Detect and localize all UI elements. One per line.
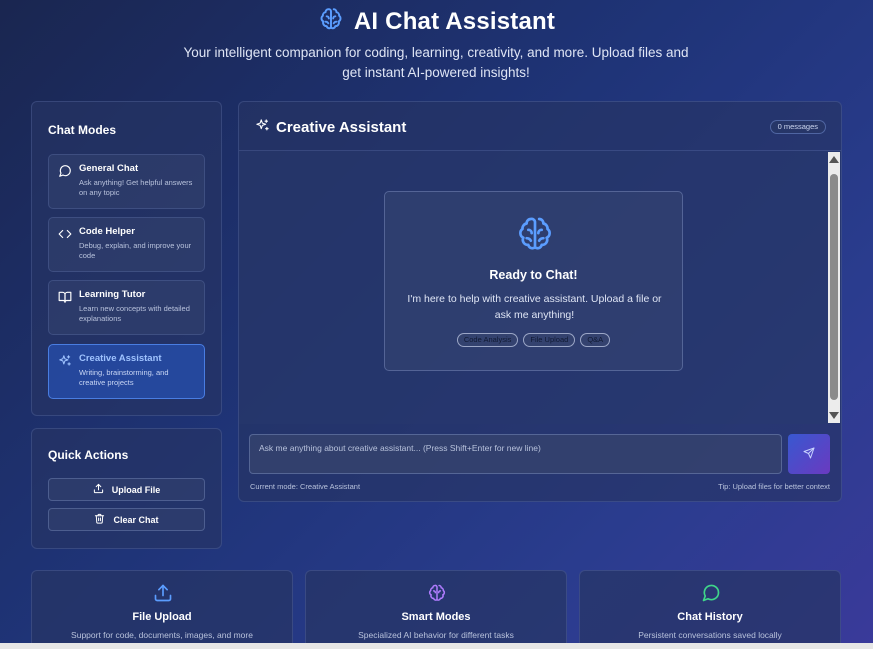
chat-modes-panel: Chat Modes General Chat Ask anything! Ge… (31, 101, 222, 416)
mode-desc: Ask anything! Get helpful answers on any… (79, 178, 193, 197)
quick-actions-title: Quick Actions (48, 448, 129, 462)
scroll-thumb[interactable] (830, 174, 838, 400)
feature-chat-history: Chat History Persistent conversations sa… (579, 570, 841, 649)
mode-desc: Debug, explain, and improve your code (79, 241, 192, 260)
upload-icon (153, 583, 173, 608)
send-button[interactable] (788, 434, 830, 474)
clear-chat-label: Clear Chat (113, 514, 159, 525)
sparkles-icon (255, 118, 270, 137)
chip-code-analysis: Code Analysis (456, 333, 519, 347)
chat-title-text: Creative Assistant (276, 119, 407, 136)
feature-title: Chat History (677, 611, 743, 623)
mode-name: General Chat (79, 163, 139, 174)
upload-file-label: Upload File (111, 484, 161, 495)
feature-desc: Persistent conversations saved locally (638, 630, 782, 640)
chip-qa: Q&A (580, 333, 611, 347)
tip-hint: Tip: Upload files for better context (718, 482, 830, 491)
mode-name: Learning Tutor (79, 289, 146, 300)
quick-actions-panel: Quick Actions Upload File Clear Chat (31, 428, 222, 549)
mode-code-helper[interactable]: Code Helper Debug, explain, and improve … (48, 217, 205, 272)
sparkles-icon (58, 354, 72, 368)
trash-icon (94, 513, 105, 526)
window-bottom-edge (0, 643, 873, 649)
code-icon (58, 227, 72, 241)
current-mode-hint: Current mode: Creative Assistant (250, 482, 361, 491)
chat-modes-title: Chat Modes (48, 123, 117, 137)
feature-title: Smart Modes (401, 611, 471, 623)
welcome-text: I'm here to help with creative assistant… (407, 293, 662, 321)
message-count-badge: 0 messages (769, 120, 826, 134)
mode-creative-assistant[interactable]: Creative Assistant Writing, brainstormin… (48, 344, 205, 399)
mode-desc: Learn new concepts with detailed explana… (79, 304, 190, 323)
upload-file-button[interactable]: Upload File (48, 478, 205, 501)
chat-header: Creative Assistant 0 messages (239, 102, 841, 151)
feature-desc: Specialized AI behavior for different ta… (358, 630, 514, 640)
chip-file-upload: File Upload (523, 333, 576, 347)
brain-icon (515, 214, 555, 259)
chat-bubble-icon (701, 583, 721, 608)
scroll-down-arrow[interactable] (829, 412, 839, 419)
send-icon (803, 447, 815, 462)
page-title: AI Chat Assistant (353, 7, 556, 35)
feature-smart-modes: Smart Modes Specialized AI behavior for … (305, 570, 567, 649)
book-icon (58, 290, 72, 304)
mode-name: Creative Assistant (79, 353, 162, 364)
mode-desc: Writing, brainstorming, and creative pro… (79, 368, 169, 387)
scroll-up-arrow[interactable] (829, 156, 839, 163)
chat-title: Creative Assistant (255, 118, 406, 137)
title-row: AI Chat Assistant (0, 6, 873, 37)
mode-learning-tutor[interactable]: Learning Tutor Learn new concepts with d… (48, 280, 205, 335)
mode-name: Code Helper (79, 226, 135, 237)
feature-desc: Support for code, documents, images, and… (71, 630, 253, 640)
chat-scrollbar[interactable] (828, 152, 840, 423)
brain-icon (427, 583, 447, 608)
chat-bubble-icon (58, 164, 72, 178)
chat-input-area: Current mode: Creative Assistant Tip: Up… (239, 424, 841, 501)
chat-input[interactable] (249, 434, 782, 474)
upload-icon (93, 483, 104, 496)
feature-title: File Upload (132, 611, 192, 623)
capability-chips: Code Analysis File Upload Q&A (385, 333, 682, 347)
brain-icon (318, 6, 344, 37)
page-subtitle: Your intelligent companion for coding, l… (183, 45, 689, 80)
welcome-title: Ready to Chat! (489, 268, 578, 282)
welcome-card: Ready to Chat! I'm here to help with cre… (384, 191, 683, 371)
clear-chat-button[interactable]: Clear Chat (48, 508, 205, 531)
feature-file-upload: File Upload Support for code, documents,… (31, 570, 293, 649)
chat-messages-area[interactable]: Ready to Chat! I'm here to help with cre… (239, 151, 841, 424)
mode-general-chat[interactable]: General Chat Ask anything! Get helpful a… (48, 154, 205, 209)
chat-panel: Creative Assistant 0 messages Ready to C… (238, 101, 842, 502)
